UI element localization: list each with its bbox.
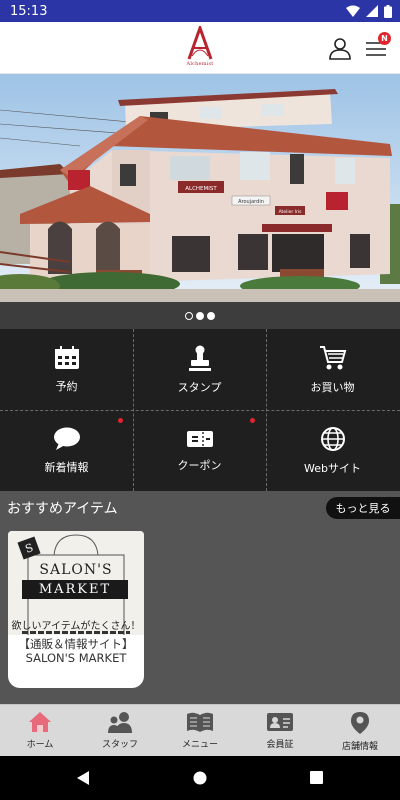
tab-member-card[interactable]: 会員証 — [240, 705, 320, 757]
profile-icon[interactable] — [328, 36, 352, 60]
tab-staff[interactable]: スタッフ — [80, 705, 160, 757]
member-card-icon — [267, 713, 293, 731]
carousel-dot-active[interactable] — [196, 311, 204, 320]
new-indicator-dot — [118, 418, 123, 423]
hero-carousel[interactable]: ALCHEMIST Aroujardin Atelier Iris — [0, 74, 400, 302]
tab-store-info[interactable]: 店舗情報 — [320, 705, 400, 757]
item-image-brand-line1: SALON'S — [39, 562, 113, 578]
menu-coupon-button[interactable]: クーポン — [133, 410, 266, 491]
app-header: Alchemist N — [0, 22, 400, 74]
menu-label: お買い物 — [310, 380, 355, 394]
stamp-icon — [188, 345, 211, 371]
system-navigation-bar — [0, 756, 400, 800]
item-image-cut-text — [22, 630, 130, 635]
tab-label: スタッフ — [101, 740, 138, 750]
carousel-dot[interactable] — [185, 311, 193, 320]
hero-sign-small: Aroujardin — [238, 199, 264, 205]
home-circle-icon[interactable] — [193, 771, 207, 785]
menu-reservation-button[interactable]: 予約 — [0, 329, 133, 410]
menu-stamp-button[interactable]: スタンプ — [133, 329, 266, 410]
chat-bubble-icon — [53, 427, 80, 450]
menu-label: スタンプ — [177, 380, 222, 394]
notification-badge: N — [378, 32, 391, 45]
menu-label: クーポン — [177, 458, 222, 472]
menu-shopping-button[interactable]: お買い物 — [266, 329, 399, 410]
status-bar: 15:13 — [0, 0, 400, 22]
tab-label: メニュー — [181, 740, 218, 750]
carousel-dot[interactable] — [207, 311, 215, 320]
tab-home[interactable]: ホーム — [0, 705, 80, 757]
calendar-icon — [54, 345, 79, 369]
battery-icon — [384, 4, 392, 18]
carousel-indicator — [0, 302, 400, 329]
staff-icon — [108, 712, 132, 733]
back-icon[interactable] — [76, 771, 90, 785]
location-pin-icon — [351, 712, 369, 734]
section-title: おすすめアイテム — [7, 501, 118, 517]
tab-menu[interactable]: メニュー — [160, 705, 240, 757]
status-icons — [346, 4, 392, 18]
status-time: 15:13 — [10, 3, 48, 19]
menu-news-button[interactable]: 新着情報 — [0, 410, 133, 491]
feature-menu-grid: 予約 スタンプ お買い物 新着情報 クーポン Webサイト — [0, 329, 400, 491]
hero-sign-side: Atelier Iris — [279, 209, 303, 215]
hero-sign-main: ALCHEMIST — [185, 186, 217, 192]
see-more-button[interactable]: もっと見る — [326, 497, 400, 519]
hero-building-image: ALCHEMIST Aroujardin Atelier Iris — [0, 74, 400, 302]
bottom-tab-bar: ホーム スタッフ メニュー 会員証 店舗情報 — [0, 704, 400, 756]
menu-label: 新着情報 — [44, 460, 89, 474]
logo-caption: Alchemist — [186, 61, 214, 67]
menu-label: Webサイト — [304, 461, 361, 475]
book-icon — [187, 712, 213, 732]
item-card-title: 【通販＆情報サイト】SALON'S MARKET — [18, 637, 134, 665]
ticket-icon — [186, 430, 213, 447]
logo-mark-icon — [187, 26, 213, 60]
recent-apps-icon[interactable] — [310, 771, 323, 784]
item-card-image: S SALON'S MARKET 欲しいアイテムがたくさん！ — [8, 531, 144, 635]
menu-website-button[interactable]: Webサイト — [266, 410, 399, 491]
menu-label: 予約 — [55, 379, 78, 393]
item-card[interactable]: S SALON'S MARKET 欲しいアイテムがたくさん！ 【通販＆情報サイト… — [8, 531, 144, 688]
tab-label: 会員証 — [266, 740, 294, 750]
tab-label: 店舗情報 — [341, 742, 378, 752]
tab-label: ホーム — [26, 740, 54, 750]
new-indicator-dot — [250, 418, 255, 423]
globe-icon — [320, 426, 345, 451]
signal-icon — [366, 5, 378, 17]
recommended-items-section: おすすめアイテム もっと見る S SALON'S MARKET 欲しいアイテムが… — [0, 491, 400, 704]
home-icon — [29, 712, 51, 732]
item-image-brand-line2: MARKET — [22, 580, 128, 599]
wifi-icon — [346, 5, 360, 17]
brand-logo[interactable]: Alchemist — [184, 26, 216, 70]
cart-icon — [319, 345, 346, 369]
